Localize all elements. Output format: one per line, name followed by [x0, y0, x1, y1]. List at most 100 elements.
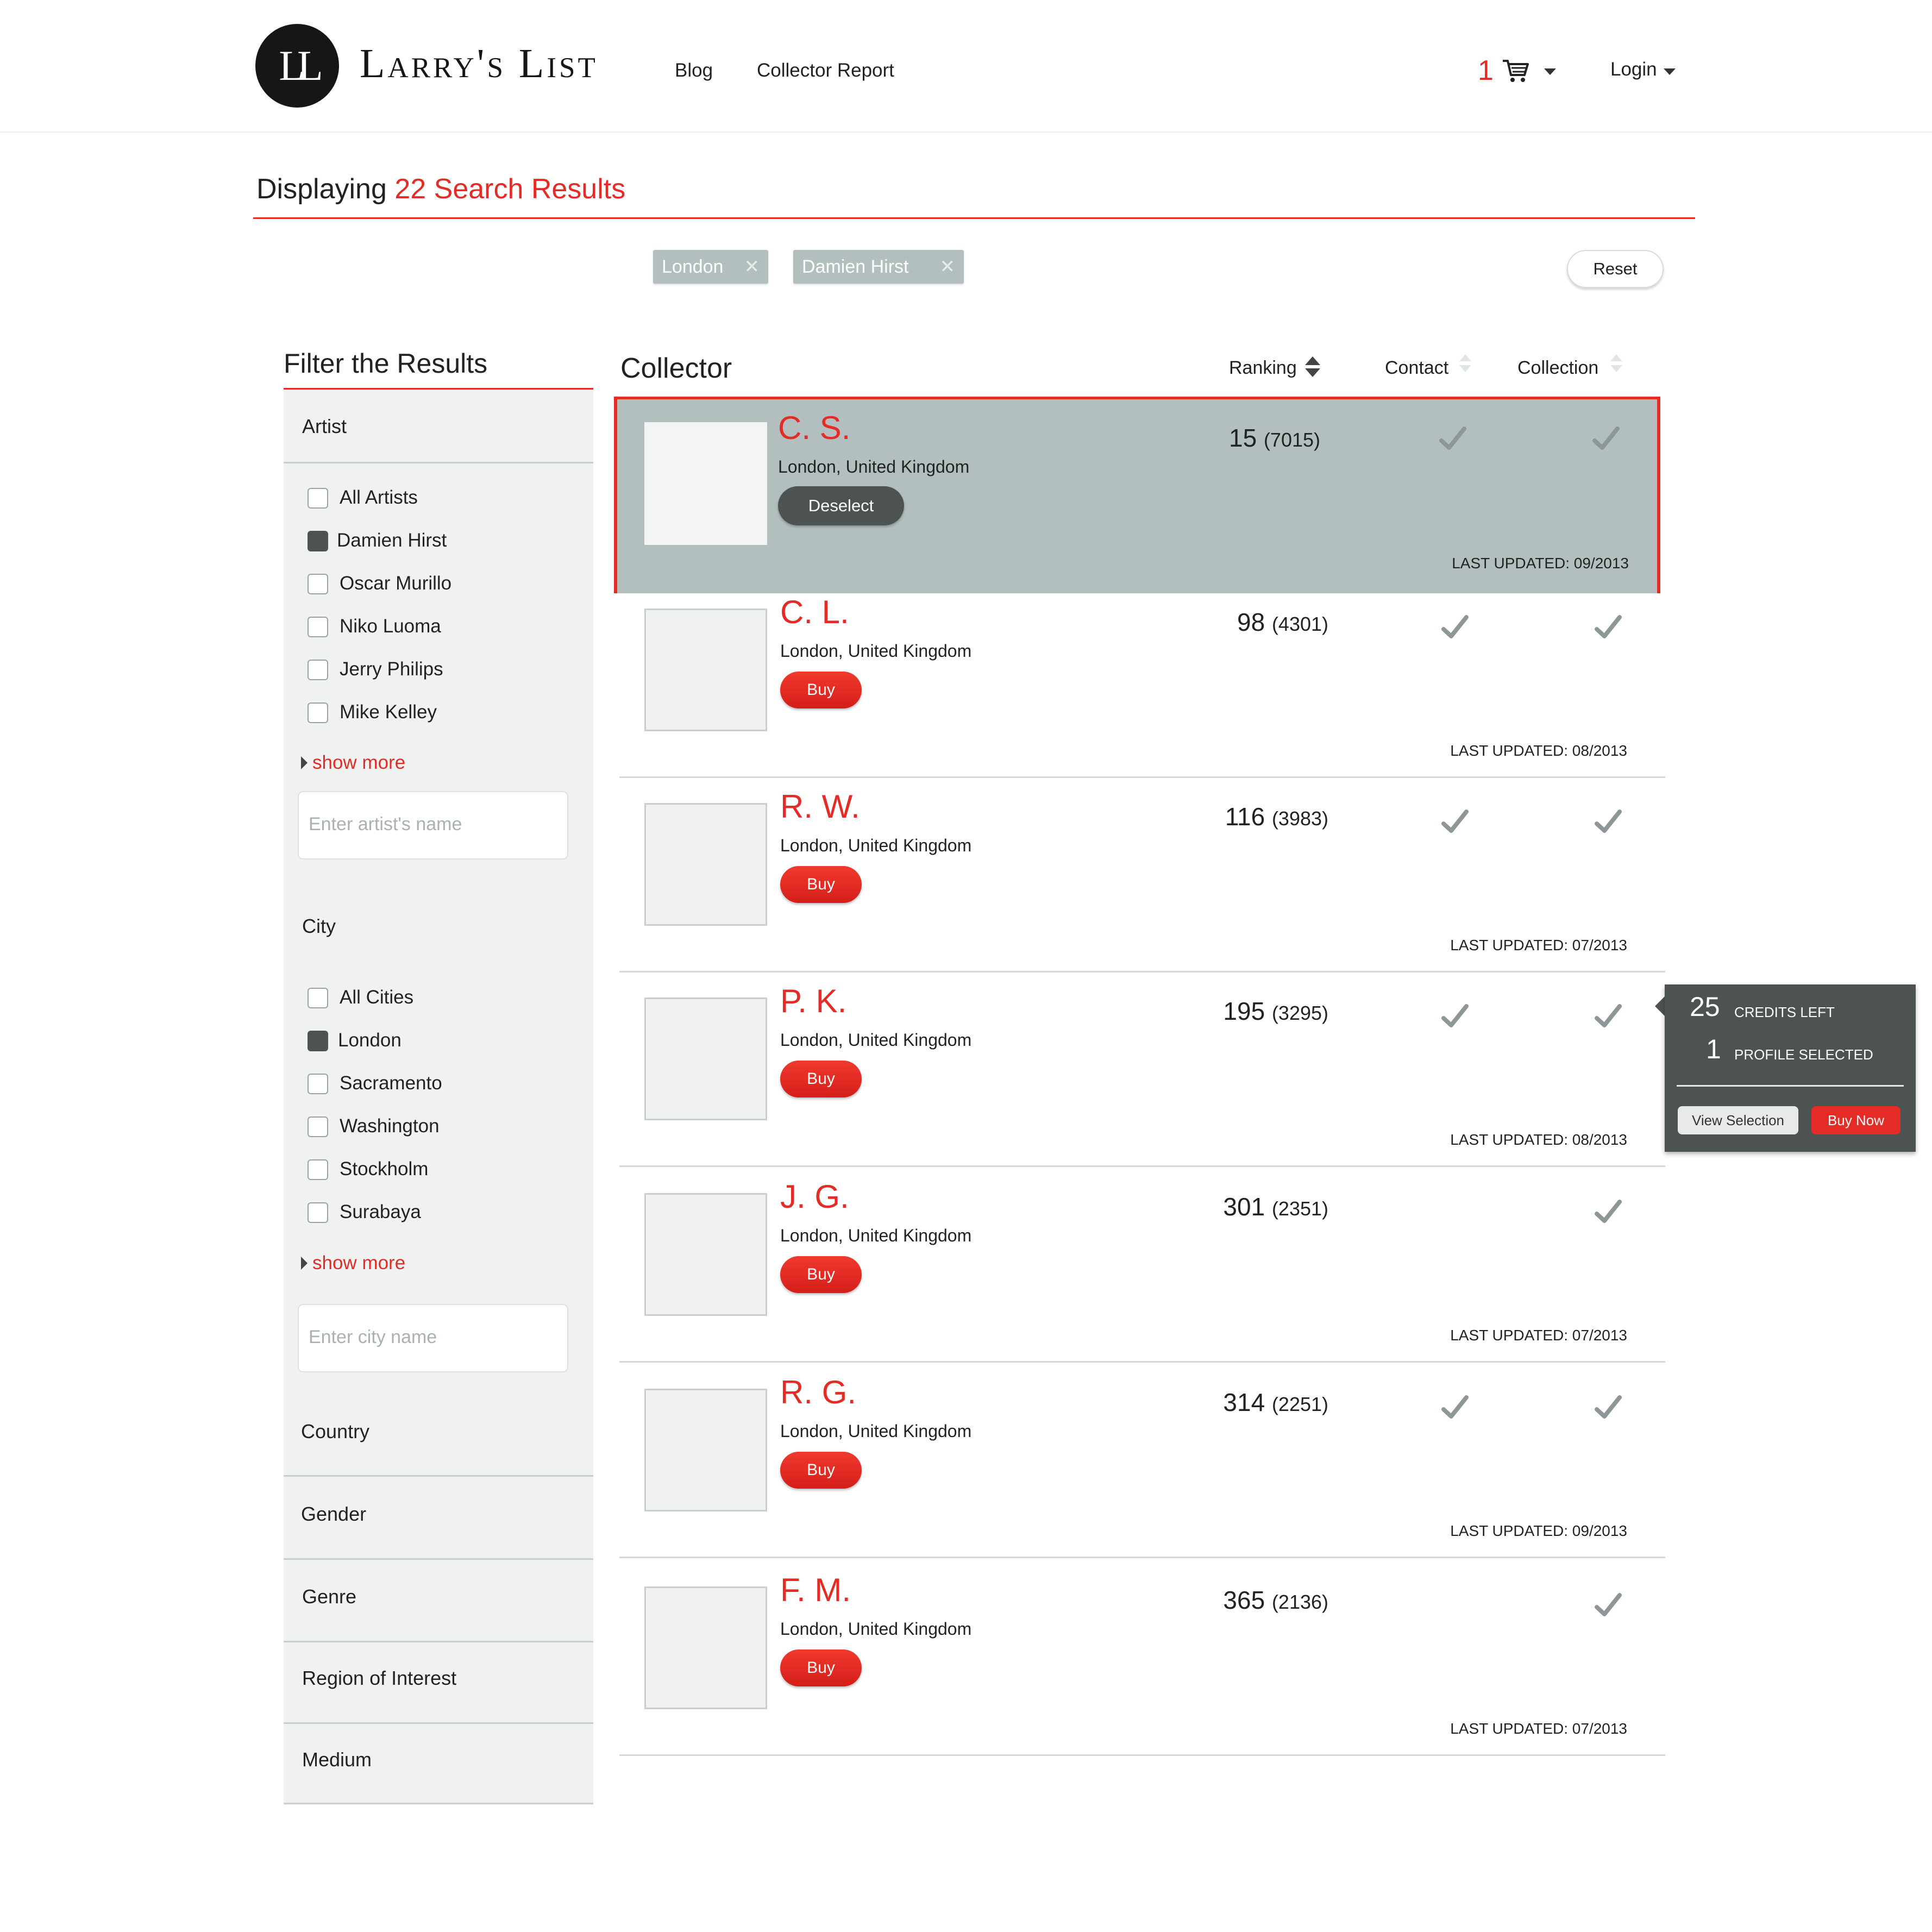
close-icon[interactable]: ✕: [744, 250, 760, 284]
buy-button[interactable]: Buy: [780, 1452, 862, 1489]
checkbox-label: Mike Kelley: [340, 701, 437, 723]
collector-thumbnail[interactable]: [644, 1586, 767, 1709]
collector-row[interactable]: R. W. London, United Kingdom Buy 116 (39…: [619, 778, 1665, 973]
collection-checkmark-icon: [1595, 1200, 1622, 1223]
collector-thumbnail[interactable]: [644, 1389, 767, 1511]
last-updated: LAST UPDATED: 07/2013: [1450, 1720, 1627, 1737]
checkbox-london[interactable]: [308, 1031, 328, 1051]
filter-section-country[interactable]: Country: [301, 1420, 369, 1443]
rank-score: (2351): [1271, 1197, 1328, 1220]
collection-checkmark-icon: [1595, 615, 1622, 638]
filter-section-region[interactable]: Region of Interest: [302, 1667, 456, 1690]
expand-arrow-icon[interactable]: [301, 756, 308, 769]
collector-name[interactable]: F. M.: [780, 1571, 851, 1609]
shopping-cart-icon[interactable]: [1502, 58, 1530, 84]
checkbox-all-artists[interactable]: [308, 488, 328, 509]
divider: [284, 1722, 593, 1724]
collector-name[interactable]: J. G.: [780, 1178, 849, 1215]
checkbox-damien-hirst[interactable]: [308, 531, 328, 551]
login-link[interactable]: Login: [1610, 59, 1657, 80]
collector-thumbnail[interactable]: [644, 609, 767, 731]
collector-ranking: 301 (2351): [1223, 1192, 1328, 1221]
nav-blog-link[interactable]: Blog: [675, 60, 713, 81]
credits-label: CREDITS LEFT: [1734, 1004, 1835, 1020]
checkbox-stockholm[interactable]: [308, 1159, 328, 1180]
view-selection-button[interactable]: View Selection: [1678, 1106, 1798, 1134]
checkbox-oscar-murillo[interactable]: [308, 574, 328, 594]
collector-ranking: 98 (4301): [1237, 607, 1328, 637]
buy-button[interactable]: Buy: [780, 1256, 862, 1293]
checkbox-sacramento[interactable]: [308, 1074, 328, 1094]
buy-button[interactable]: Buy: [780, 1061, 862, 1097]
cart-caret-down-icon[interactable]: [1544, 68, 1556, 75]
divider: [284, 1641, 593, 1642]
checkbox-label: Washington: [340, 1115, 440, 1137]
buy-button[interactable]: Buy: [780, 1649, 862, 1686]
collector-row[interactable]: P. K. London, United Kingdom Buy 195 (32…: [619, 973, 1665, 1167]
collector-row-selected[interactable]: C. S. London, United Kingdom Deselect 15…: [614, 397, 1660, 593]
collection-checkmark-icon: [1595, 1593, 1622, 1616]
sort-down-icon[interactable]: [1610, 365, 1622, 372]
sort-down-icon[interactable]: [1459, 365, 1471, 372]
reset-button[interactable]: Reset: [1567, 250, 1664, 288]
last-updated: LAST UPDATED: 08/2013: [1450, 1131, 1627, 1148]
filter-section-gender[interactable]: Gender: [301, 1503, 366, 1526]
logo-icon[interactable]: LL: [255, 24, 339, 108]
filter-section-artist[interactable]: Artist: [302, 415, 347, 438]
filter-section-city[interactable]: City: [302, 915, 336, 938]
sort-up-icon[interactable]: [1459, 354, 1471, 361]
contact-checkmark-icon: [1441, 1395, 1469, 1419]
collector-thumbnail[interactable]: [644, 1193, 767, 1316]
sort-up-icon[interactable]: [1305, 356, 1320, 365]
checkbox-all-cities[interactable]: [308, 988, 328, 1008]
checkbox-mike-kelley[interactable]: [308, 702, 328, 723]
filter-chip-damien-hirst[interactable]: Damien Hirst ✕: [793, 250, 964, 284]
filter-section-genre[interactable]: Genre: [302, 1585, 356, 1608]
buy-button[interactable]: Buy: [780, 672, 862, 708]
divider: [284, 1558, 593, 1560]
collector-ranking: 314 (2251): [1223, 1388, 1328, 1417]
nav-collector-report-link[interactable]: Collector Report: [757, 60, 894, 81]
filter-section-medium[interactable]: Medium: [302, 1748, 372, 1771]
collector-name[interactable]: C. L.: [780, 593, 849, 631]
column-ranking[interactable]: Ranking: [1229, 357, 1297, 379]
city-search-input[interactable]: Enter city name: [298, 1304, 568, 1372]
checkbox-niko-luoma[interactable]: [308, 617, 328, 637]
rank-number: 116: [1225, 802, 1265, 831]
collector-name[interactable]: P. K.: [780, 982, 846, 1020]
checkbox-surabaya[interactable]: [308, 1202, 328, 1223]
collector-row[interactable]: F. M. London, United Kingdom Buy 365 (21…: [619, 1561, 1665, 1756]
cart-count[interactable]: 1: [1478, 54, 1494, 87]
collector-thumbnail[interactable]: [644, 803, 767, 926]
close-icon[interactable]: ✕: [940, 250, 956, 284]
deselect-button[interactable]: Deselect: [778, 486, 904, 525]
expand-arrow-icon[interactable]: [301, 1257, 308, 1270]
filter-chip-london[interactable]: London ✕: [653, 250, 768, 284]
buy-button[interactable]: Buy: [780, 866, 862, 903]
collector-ranking: 15 (7015): [1229, 423, 1320, 453]
rank-number: 314: [1223, 1388, 1265, 1416]
collector-location: London, United Kingdom: [780, 1226, 972, 1245]
collector-name[interactable]: C. S.: [778, 409, 850, 447]
artist-search-input[interactable]: Enter artist's name: [298, 791, 568, 860]
sort-up-icon[interactable]: [1610, 354, 1622, 361]
column-collection[interactable]: Collection: [1517, 357, 1598, 379]
collector-row[interactable]: J. G. London, United Kingdom Buy 301 (23…: [619, 1168, 1665, 1363]
collector-row[interactable]: R. G. London, United Kingdom Buy 314 (22…: [619, 1364, 1665, 1558]
collector-name[interactable]: R. W.: [780, 788, 860, 825]
contact-checkmark-icon: [1439, 426, 1466, 450]
filter-heading: Filter the Results: [284, 348, 488, 379]
sort-down-icon[interactable]: [1305, 368, 1320, 377]
checkbox-jerry-philips[interactable]: [308, 660, 328, 680]
column-contact[interactable]: Contact: [1385, 357, 1448, 379]
checkbox-washington[interactable]: [308, 1116, 328, 1137]
collector-row[interactable]: C. L. London, United Kingdom Buy 98 (430…: [619, 584, 1665, 778]
collector-thumbnail[interactable]: [644, 422, 767, 545]
city-show-more-link[interactable]: show more: [312, 1252, 405, 1274]
collector-thumbnail[interactable]: [644, 998, 767, 1120]
login-caret-down-icon[interactable]: [1664, 68, 1676, 75]
artist-show-more-link[interactable]: show more: [312, 752, 405, 774]
logo-text[interactable]: Larry's List: [360, 40, 598, 87]
buy-now-button[interactable]: Buy Now: [1811, 1106, 1900, 1134]
collector-name[interactable]: R. G.: [780, 1373, 856, 1411]
